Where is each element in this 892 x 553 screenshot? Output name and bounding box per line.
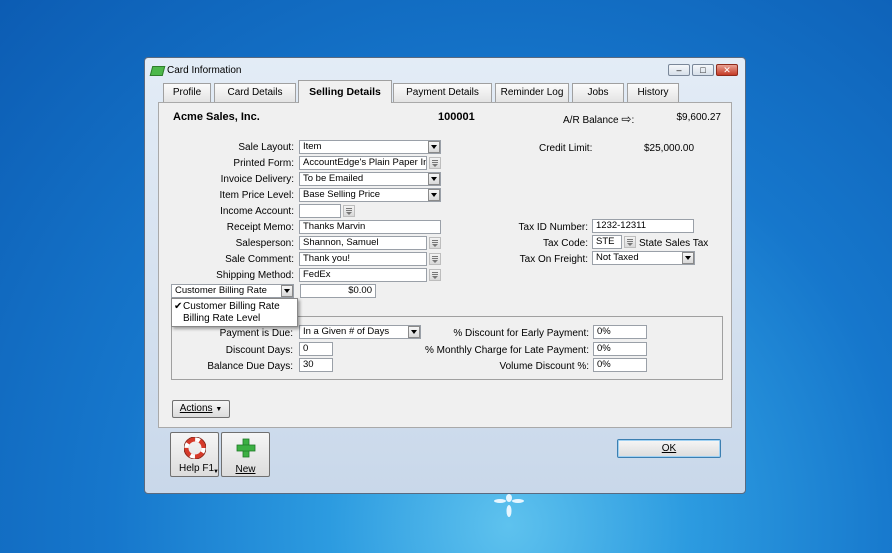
ok-button[interactable]: OK <box>617 439 721 458</box>
billing-rate-amount-field[interactable]: $0.00 <box>300 284 376 298</box>
tab-history[interactable]: History <box>627 83 679 102</box>
shipping-method-label: Shipping Method: <box>216 270 294 281</box>
ar-balance-arrow-icon[interactable]: ⇨ <box>621 112 631 126</box>
income-account-field[interactable] <box>299 204 341 218</box>
lookup-list-icon[interactable] <box>343 205 355 217</box>
salesperson-label: Salesperson: <box>235 238 294 249</box>
card-information-window: Card Information – □ ✕ Profile Card Deta… <box>144 57 746 494</box>
maximize-button[interactable]: □ <box>692 64 714 76</box>
item-price-level-select[interactable]: Base Selling Price <box>299 188 441 202</box>
billing-rate-menu: ✔Customer Billing Rate Billing Rate Leve… <box>171 298 298 327</box>
tab-payment-details[interactable]: Payment Details <box>393 83 492 102</box>
receipt-memo-label: Receipt Memo: <box>226 222 294 233</box>
card-id: 100001 <box>438 111 475 123</box>
new-button[interactable]: New <box>221 432 270 477</box>
printed-form-field[interactable]: AccountEdge's Plain Paper Inv <box>299 156 427 170</box>
lookup-list-icon[interactable] <box>429 237 441 249</box>
tax-code-label: Tax Code: <box>542 238 588 249</box>
tab-reminder-log[interactable]: Reminder Log <box>495 83 569 102</box>
tax-id-field[interactable]: 1232-12311 <box>592 219 694 233</box>
tax-on-freight-label: Tax On Freight: <box>519 254 588 265</box>
tab-card-details[interactable]: Card Details <box>214 83 296 102</box>
volume-discount-field[interactable]: 0% <box>593 358 647 372</box>
shipping-method-field[interactable]: FedEx <box>299 268 427 282</box>
card-name: Acme Sales, Inc. <box>173 111 260 123</box>
chevron-down-icon: ▼ <box>213 469 219 475</box>
chevron-down-icon: ▼ <box>215 406 223 413</box>
tab-selling-details[interactable]: Selling Details <box>298 80 392 103</box>
ar-balance-label: A/R Balance ⇨: <box>563 112 634 126</box>
discount-days-field[interactable]: 0 <box>299 342 333 356</box>
chevron-down-icon[interactable] <box>428 173 440 185</box>
menu-item-billing-rate-level[interactable]: Billing Rate Level <box>174 313 260 324</box>
chevron-down-icon[interactable] <box>682 252 694 264</box>
payment-is-due-label: Payment is Due: <box>219 328 293 339</box>
invoice-delivery-select[interactable]: To be Emailed <box>299 172 441 186</box>
minimize-button[interactable]: – <box>668 64 690 76</box>
receipt-memo-field[interactable]: Thanks Marvin <box>299 220 441 234</box>
billing-rate-select[interactable]: Customer Billing Rate <box>171 284 294 298</box>
printed-form-label: Printed Form: <box>233 158 294 169</box>
discount-days-label: Discount Days: <box>225 345 293 356</box>
menu-item-label: Customer Billing Rate <box>183 301 280 312</box>
tax-code-description: State Sales Tax <box>639 238 709 249</box>
salesperson-field[interactable]: Shannon, Samuel <box>299 236 427 250</box>
windows-flourish-icon <box>494 494 524 517</box>
help-button[interactable]: Help F1 ▼ <box>170 432 219 477</box>
chevron-down-icon[interactable] <box>428 141 440 153</box>
discount-early-field[interactable]: 0% <box>593 325 647 339</box>
item-price-level-label: Item Price Level: <box>219 190 294 201</box>
sale-comment-field[interactable]: Thank you! <box>299 252 427 266</box>
lookup-list-icon[interactable] <box>429 157 441 169</box>
ar-balance-text: A/R Balance <box>563 115 619 126</box>
balance-due-days-label: Balance Due Days: <box>207 361 293 372</box>
tab-profile[interactable]: Profile <box>163 83 211 102</box>
credit-limit-label: Credit Limit: <box>539 143 593 154</box>
actions-button[interactable]: Actions ▼ <box>172 400 230 418</box>
income-account-label: Income Account: <box>220 206 294 217</box>
tax-code-field[interactable]: STE <box>592 235 622 249</box>
tab-jobs[interactable]: Jobs <box>572 83 624 102</box>
chevron-down-icon[interactable] <box>428 189 440 201</box>
tax-on-freight-select[interactable]: Not Taxed <box>592 251 695 265</box>
lookup-list-icon[interactable] <box>429 269 441 281</box>
invoice-delivery-value: To be Emailed <box>303 173 364 184</box>
chevron-down-icon[interactable] <box>281 285 293 297</box>
sale-comment-label: Sale Comment: <box>225 254 294 265</box>
selling-details-panel: Acme Sales, Inc. 100001 A/R Balance ⇨: $… <box>158 102 732 428</box>
sale-layout-value: Item <box>303 141 322 152</box>
checkmark-icon: ✔ <box>174 301 183 312</box>
sale-layout-select[interactable]: Item <box>299 140 441 154</box>
monthly-charge-label: % Monthly Charge for Late Payment: <box>425 345 589 356</box>
plus-icon <box>236 438 256 458</box>
monthly-charge-field[interactable]: 0% <box>593 342 647 356</box>
tax-on-freight-value: Not Taxed <box>596 252 639 263</box>
lookup-list-icon[interactable] <box>624 236 636 248</box>
lookup-list-icon[interactable] <box>429 253 441 265</box>
actions-label: Actions <box>179 403 213 414</box>
menu-item-label: Billing Rate Level <box>183 313 261 324</box>
help-label: Help F1 <box>179 463 215 474</box>
menu-item-customer-billing-rate[interactable]: ✔Customer Billing Rate <box>174 301 280 312</box>
ar-balance-colon: : <box>631 115 635 126</box>
item-price-level-value: Base Selling Price <box>303 189 381 200</box>
volume-discount-label: Volume Discount %: <box>499 361 590 372</box>
app-icon <box>149 66 166 76</box>
window-title: Card Information <box>167 65 242 76</box>
invoice-delivery-label: Invoice Delivery: <box>220 174 294 185</box>
payment-is-due-value: In a Given # of Days <box>303 326 390 337</box>
life-ring-icon <box>184 437 206 459</box>
tax-id-label: Tax ID Number: <box>518 222 588 233</box>
ar-balance-value: $9,600.27 <box>676 112 722 123</box>
billing-rate-value: Customer Billing Rate <box>175 285 267 296</box>
new-label: New <box>235 464 256 475</box>
balance-due-days-field[interactable]: 30 <box>299 358 333 372</box>
close-button[interactable]: ✕ <box>716 64 738 76</box>
discount-early-label: % Discount for Early Payment: <box>453 328 589 339</box>
sale-layout-label: Sale Layout: <box>238 142 294 153</box>
credit-limit-value: $25,000.00 <box>644 143 695 154</box>
